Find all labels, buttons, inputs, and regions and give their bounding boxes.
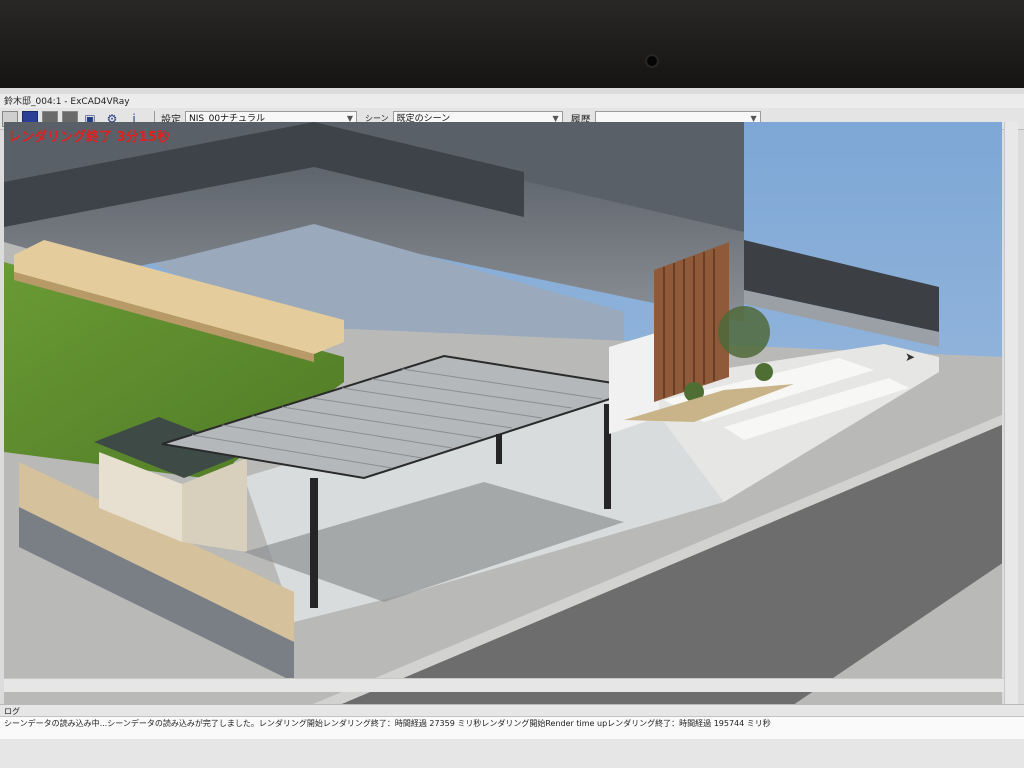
vertical-scrollbar[interactable]	[1004, 122, 1018, 718]
log-title: ログ	[0, 705, 1024, 717]
laptop-bezel	[0, 0, 1024, 92]
garden-tree	[718, 306, 770, 358]
carport-post	[496, 434, 502, 464]
log-output: シーンデータの読み込み中...シーンデータの読み込みが完了しました。レンダリング…	[0, 717, 1024, 739]
horizontal-scrollbar[interactable]	[4, 678, 1004, 692]
webcam-icon	[645, 54, 659, 68]
log-panel: ログ シーンデータの読み込み中...シーンデータの読み込みが完了しました。レンダ…	[0, 704, 1024, 768]
shrub	[755, 363, 773, 381]
render-status-text: レンダリング終了 3分15秒	[8, 130, 170, 145]
wood-louver-screen	[654, 242, 729, 402]
rendered-scene	[4, 122, 1002, 718]
render-viewport[interactable]: レンダリング終了 3分15秒	[4, 122, 1002, 718]
cursor-arrow-icon: ➤	[905, 350, 916, 364]
carport-post	[310, 478, 318, 608]
screen: 鈴木邸_004:1 - ExCAD4VRay ▣ ⚙ i 設定 NIS_00ナチ…	[0, 88, 1024, 768]
